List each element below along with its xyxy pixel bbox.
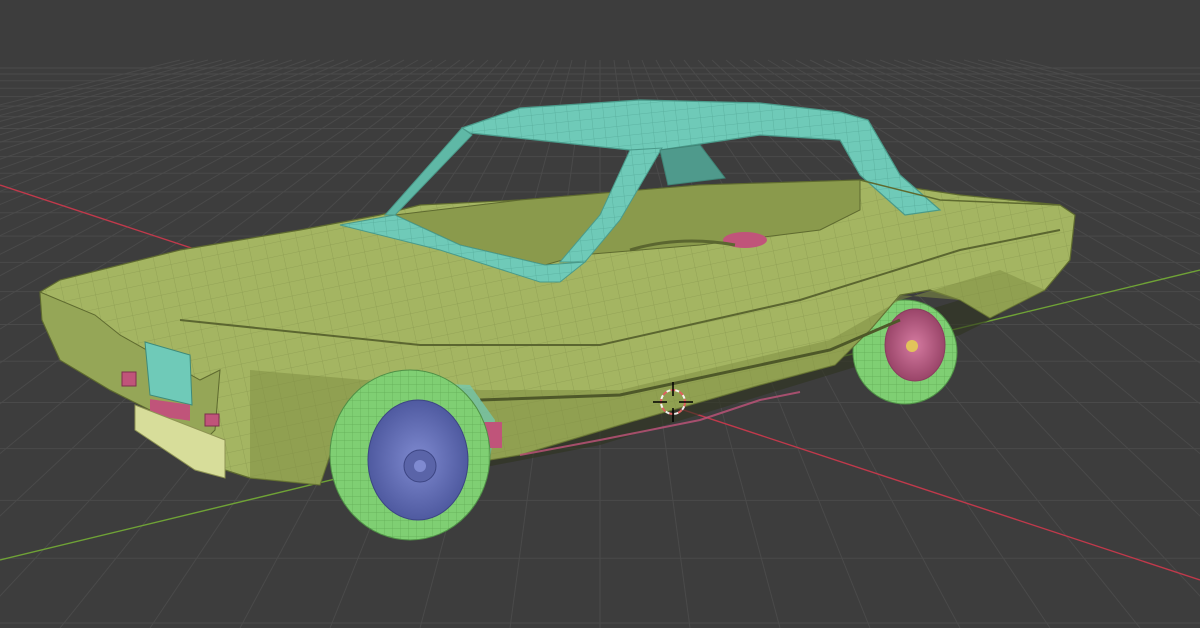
grid-line [1019, 59, 1200, 106]
rear-hub [906, 340, 918, 352]
seat-accent [723, 232, 767, 248]
grid-line [949, 59, 1200, 136]
c-pillar [659, 144, 726, 186]
car-mesh[interactable] [39, 99, 1076, 541]
headlight-right [204, 413, 220, 427]
headlight-left [121, 371, 137, 387]
grid-line [991, 59, 1200, 117]
front-hub-cap [414, 460, 426, 472]
front-wheel[interactable] [329, 369, 491, 541]
viewport-canvas[interactable] [0, 0, 1200, 628]
grid-line [1005, 59, 1200, 111]
3d-viewport[interactable] [0, 0, 1200, 628]
